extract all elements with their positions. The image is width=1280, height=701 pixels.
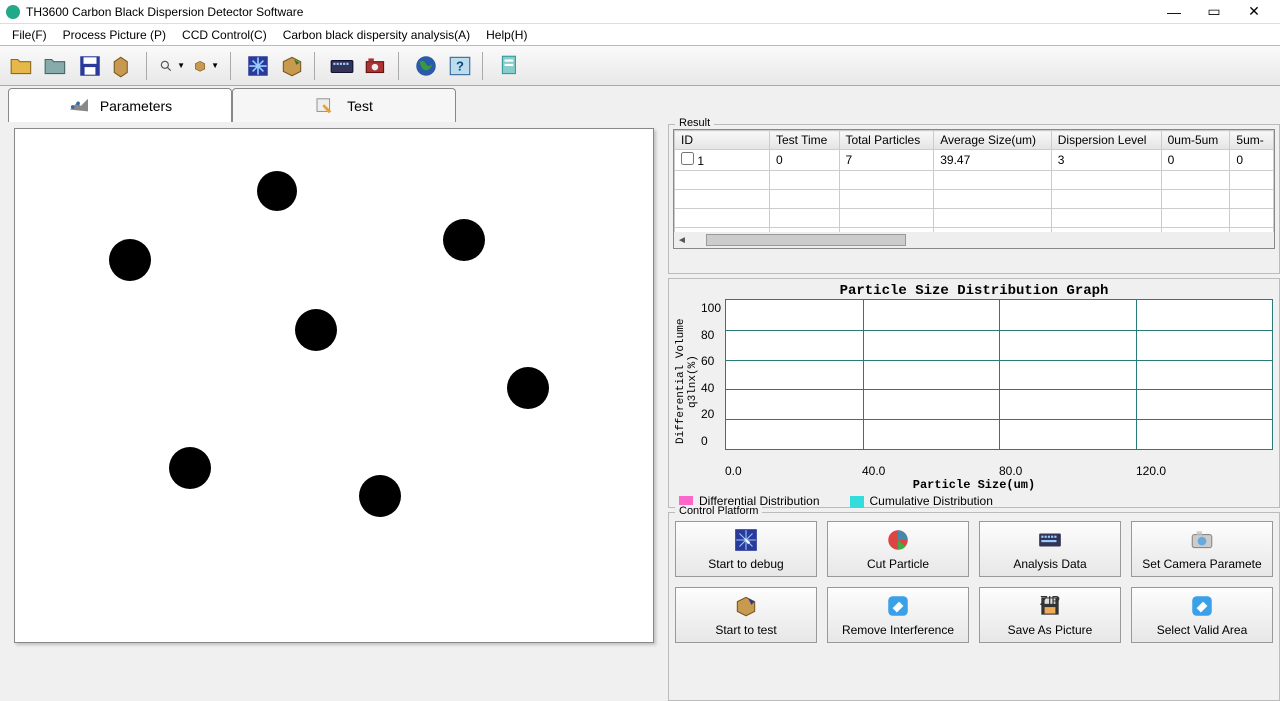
image-canvas[interactable]: [14, 128, 654, 643]
target-icon: [733, 527, 759, 553]
particle: [257, 171, 297, 211]
open-folder-icon[interactable]: [6, 50, 38, 82]
eraser-icon: [885, 593, 911, 619]
minimize-button[interactable]: ―: [1154, 4, 1194, 20]
globe-icon[interactable]: [410, 50, 442, 82]
title-bar: TH3600 Carbon Black Dispersion Detector …: [0, 0, 1280, 24]
batch-icon[interactable]: [108, 50, 140, 82]
table-cell: 1: [675, 150, 770, 171]
menu-file[interactable]: File(F): [4, 26, 55, 44]
table-cell: 7: [839, 150, 934, 171]
tab-strip: Parameters Test: [0, 86, 1280, 122]
control-panel-title: Control Platform: [675, 505, 762, 517]
select-valid-area-button[interactable]: Select Valid Area: [1131, 587, 1273, 643]
start-debug-button[interactable]: Start to debug: [675, 521, 817, 577]
table-row[interactable]: 10739.47300: [675, 150, 1274, 171]
box-arrow-icon: [733, 593, 759, 619]
package-dropdown[interactable]: ▼: [192, 50, 224, 82]
window-title: TH3600 Carbon Black Dispersion Detector …: [26, 5, 1154, 19]
tab-parameters[interactable]: Parameters: [8, 88, 232, 122]
zoom-dropdown[interactable]: ▼: [158, 50, 190, 82]
control-platform-panel: Control Platform Start to debug Cut Part…: [668, 512, 1280, 701]
set-camera-button[interactable]: Set Camera Paramete: [1131, 521, 1273, 577]
chart-y-ticks: 100806040200: [699, 299, 725, 464]
particle: [359, 475, 401, 517]
camera-icon[interactable]: [360, 50, 392, 82]
column-header[interactable]: Dispersion Level: [1051, 131, 1161, 150]
table-cell: 0: [1230, 150, 1274, 171]
particle: [507, 367, 549, 409]
svg-text:ZIP: ZIP: [1040, 593, 1060, 608]
result-panel: Result IDTest TimeTotal ParticlesAverage…: [668, 124, 1280, 274]
disk-icon: ZIP: [1037, 593, 1063, 619]
save-picture-button[interactable]: ZIP Save As Picture: [979, 587, 1121, 643]
chart-y-axis-label: Differential Volume q3lnx(%): [675, 299, 699, 464]
result-panel-title: Result: [675, 117, 714, 129]
column-header[interactable]: Total Particles: [839, 131, 934, 150]
particle: [295, 309, 337, 351]
row-checkbox[interactable]: [681, 152, 694, 165]
particle: [443, 219, 485, 261]
cut-particle-button[interactable]: Cut Particle: [827, 521, 969, 577]
select-icon: [1189, 593, 1215, 619]
chart-legend: Differential Distribution Cumulative Dis…: [675, 492, 1273, 508]
menu-bar: File(F) Process Picture (P) CCD Control(…: [0, 24, 1280, 46]
open-folder-alt-icon[interactable]: [40, 50, 72, 82]
column-header[interactable]: 0um-5um: [1161, 131, 1230, 150]
document-icon[interactable]: [494, 50, 526, 82]
chart-grid: [725, 299, 1273, 450]
particle: [169, 447, 211, 489]
menu-process-picture[interactable]: Process Picture (P): [55, 26, 174, 44]
test-icon: [315, 97, 337, 115]
export-icon[interactable]: [276, 50, 308, 82]
result-table[interactable]: IDTest TimeTotal ParticlesAverage Size(u…: [673, 129, 1275, 249]
maximize-button[interactable]: ▭: [1194, 3, 1234, 20]
chart-title: Particle Size Distribution Graph: [675, 283, 1273, 299]
analysis-data-button[interactable]: Analysis Data: [979, 521, 1121, 577]
keyboard-icon: [1037, 527, 1063, 553]
tab-test-label: Test: [347, 98, 373, 114]
menu-help[interactable]: Help(H): [478, 26, 535, 44]
table-cell: 0: [770, 150, 840, 171]
save-icon[interactable]: [74, 50, 106, 82]
column-header[interactable]: Test Time: [770, 131, 840, 150]
svg-text:?: ?: [456, 58, 464, 73]
menu-ccd-control[interactable]: CCD Control(C): [174, 26, 275, 44]
menu-dispersity-analysis[interactable]: Carbon black dispersity analysis(A): [275, 26, 478, 44]
help-icon[interactable]: ?: [444, 50, 476, 82]
start-test-button[interactable]: Start to test: [675, 587, 817, 643]
table-cell: 39.47: [934, 150, 1052, 171]
result-scrollbar[interactable]: ◄: [674, 232, 1274, 248]
tab-test[interactable]: Test: [232, 88, 456, 122]
target-icon[interactable]: [242, 50, 274, 82]
keyboard-icon[interactable]: [326, 50, 358, 82]
chart-x-axis-label: Particle Size(um): [675, 478, 1273, 492]
legend-swatch-cumulative: [850, 496, 864, 508]
toolbar: ▼ ▼ ?: [0, 46, 1280, 86]
tab-parameters-label: Parameters: [100, 98, 172, 114]
camera-icon: [1189, 527, 1215, 553]
table-cell: 3: [1051, 150, 1161, 171]
column-header[interactable]: ID: [675, 131, 770, 150]
table-cell: 0: [1161, 150, 1230, 171]
chart-panel: Particle Size Distribution Graph Differe…: [668, 278, 1280, 508]
pie-icon: [885, 527, 911, 553]
close-button[interactable]: ✕: [1234, 3, 1274, 20]
column-header[interactable]: Average Size(um): [934, 131, 1052, 150]
remove-interference-button[interactable]: Remove Interference: [827, 587, 969, 643]
chart-x-ticks: 0.040.080.0120.0: [675, 464, 1273, 478]
parameters-icon: [68, 97, 90, 115]
app-icon: [6, 5, 20, 19]
column-header[interactable]: 5um-: [1230, 131, 1274, 150]
legend-label-cumulative: Cumulative Distribution: [870, 494, 993, 508]
particle: [109, 239, 151, 281]
